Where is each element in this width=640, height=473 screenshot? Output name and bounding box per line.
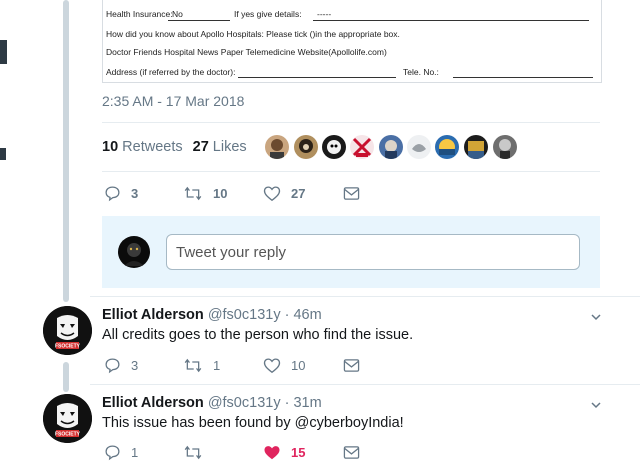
liker-avatar[interactable] (294, 135, 318, 159)
liker-avatar[interactable] (435, 135, 459, 159)
doc-address-label: Address (if referred by the doctor): (106, 67, 236, 77)
tweet-timestamp[interactable]: 2:35 AM - 17 Mar 2018 (102, 93, 244, 109)
tweet-text: This issue has been found by @cyberboyIn… (102, 415, 404, 431)
doc-underline (168, 20, 230, 21)
reply-icon (105, 445, 120, 461)
doc-underline (313, 20, 589, 21)
reply-count: 3 (131, 358, 139, 373)
doc-question: How did you know about Apollo Hospitals:… (106, 29, 400, 39)
envelope-icon (343, 359, 360, 372)
attached-document-image[interactable]: Health Insurance: No If yes give details… (102, 0, 602, 83)
left-edge (0, 0, 7, 473)
direct-message-action[interactable] (343, 445, 360, 460)
divider (102, 171, 600, 172)
thread-line-middle (63, 362, 69, 392)
tweet-text: All credits goes to the person who find … (102, 327, 414, 343)
like-action[interactable]: 15 (263, 444, 305, 461)
envelope-icon (343, 187, 360, 200)
heart-icon (263, 186, 281, 202)
avatar-label: FSOCIETY (55, 432, 81, 438)
author-handle[interactable]: @fs0c131y (208, 395, 281, 411)
doc-details-value: ----- (317, 9, 332, 19)
divider (90, 384, 640, 385)
avatar-label: FSOCIETY (55, 344, 81, 350)
like-count: 27 (291, 186, 306, 201)
heart-icon (263, 358, 281, 374)
likes-stat[interactable]: 27 Likes (193, 139, 247, 155)
tweet-age[interactable]: · 46m (285, 307, 322, 323)
liker-avatar[interactable] (379, 135, 403, 159)
reply-count: 1 (131, 445, 139, 460)
liker-avatar[interactable] (493, 135, 517, 159)
avatar[interactable]: FSOCIETY (43, 306, 92, 355)
author-name[interactable]: Elliot Alderson (102, 395, 204, 411)
like-action[interactable]: 10 (263, 357, 305, 374)
reply-icon (105, 186, 120, 202)
doc-health-value: No (172, 9, 183, 19)
liker-avatar[interactable] (464, 135, 488, 159)
divider (90, 296, 640, 297)
reply-icon (105, 358, 120, 374)
thread-line-top (63, 0, 69, 302)
current-user-avatar[interactable] (118, 236, 150, 268)
tweet-stats: 10 Retweets 27 Likes (102, 139, 247, 155)
retweet-count: 10 (213, 186, 228, 201)
left-edge-tab-small (0, 148, 6, 160)
reply-action[interactable]: 3 (104, 185, 138, 202)
retweet-action[interactable]: 1 (183, 357, 220, 374)
tweet-age[interactable]: · 31m (285, 395, 322, 411)
reply-input[interactable]: Tweet your reply (166, 234, 580, 270)
doc-options: Doctor Friends Hospital News Paper Telem… (106, 47, 387, 57)
avatar[interactable]: FSOCIETY (43, 394, 92, 443)
author-handle[interactable]: @fs0c131y (208, 307, 281, 323)
like-count: 10 (291, 358, 306, 373)
tweet-header: Elliot Alderson @fs0c131y · 46m (102, 307, 322, 323)
like-count: 15 (291, 445, 306, 460)
reply-action[interactable]: 3 (104, 357, 138, 374)
liker-avatar[interactable] (322, 135, 346, 159)
like-action[interactable]: 27 (263, 185, 305, 202)
reply-action[interactable]: 1 (104, 444, 138, 461)
retweet-icon (184, 358, 202, 373)
doc-underline (453, 77, 593, 78)
chevron-down-icon[interactable] (590, 399, 602, 411)
author-name[interactable]: Elliot Alderson (102, 307, 204, 323)
retweet-icon (184, 445, 202, 460)
liker-avatar[interactable] (265, 135, 289, 159)
retweet-count: 1 (213, 358, 221, 373)
retweet-action[interactable]: 10 (183, 185, 227, 202)
doc-health-label: Health Insurance: (106, 9, 173, 19)
retweet-icon (184, 186, 202, 201)
retweets-stat[interactable]: 10 Retweets (102, 139, 183, 155)
left-edge-tab (0, 40, 7, 64)
liker-avatar[interactable] (407, 135, 431, 159)
divider (102, 122, 600, 123)
retweet-action[interactable] (183, 444, 213, 461)
heart-filled-icon (264, 446, 280, 460)
doc-tele-label: Tele. No.: (403, 67, 439, 77)
liker-avatar[interactable] (350, 135, 374, 159)
doc-details-label: If yes give details: (234, 9, 302, 19)
chevron-down-icon[interactable] (590, 311, 602, 323)
direct-message-action[interactable] (343, 186, 360, 201)
envelope-icon (343, 446, 360, 459)
doc-underline (238, 77, 396, 78)
tweet-header: Elliot Alderson @fs0c131y · 31m (102, 395, 322, 411)
reply-composer: Tweet your reply (102, 216, 600, 288)
direct-message-action[interactable] (343, 358, 360, 373)
reply-count: 3 (131, 186, 139, 201)
